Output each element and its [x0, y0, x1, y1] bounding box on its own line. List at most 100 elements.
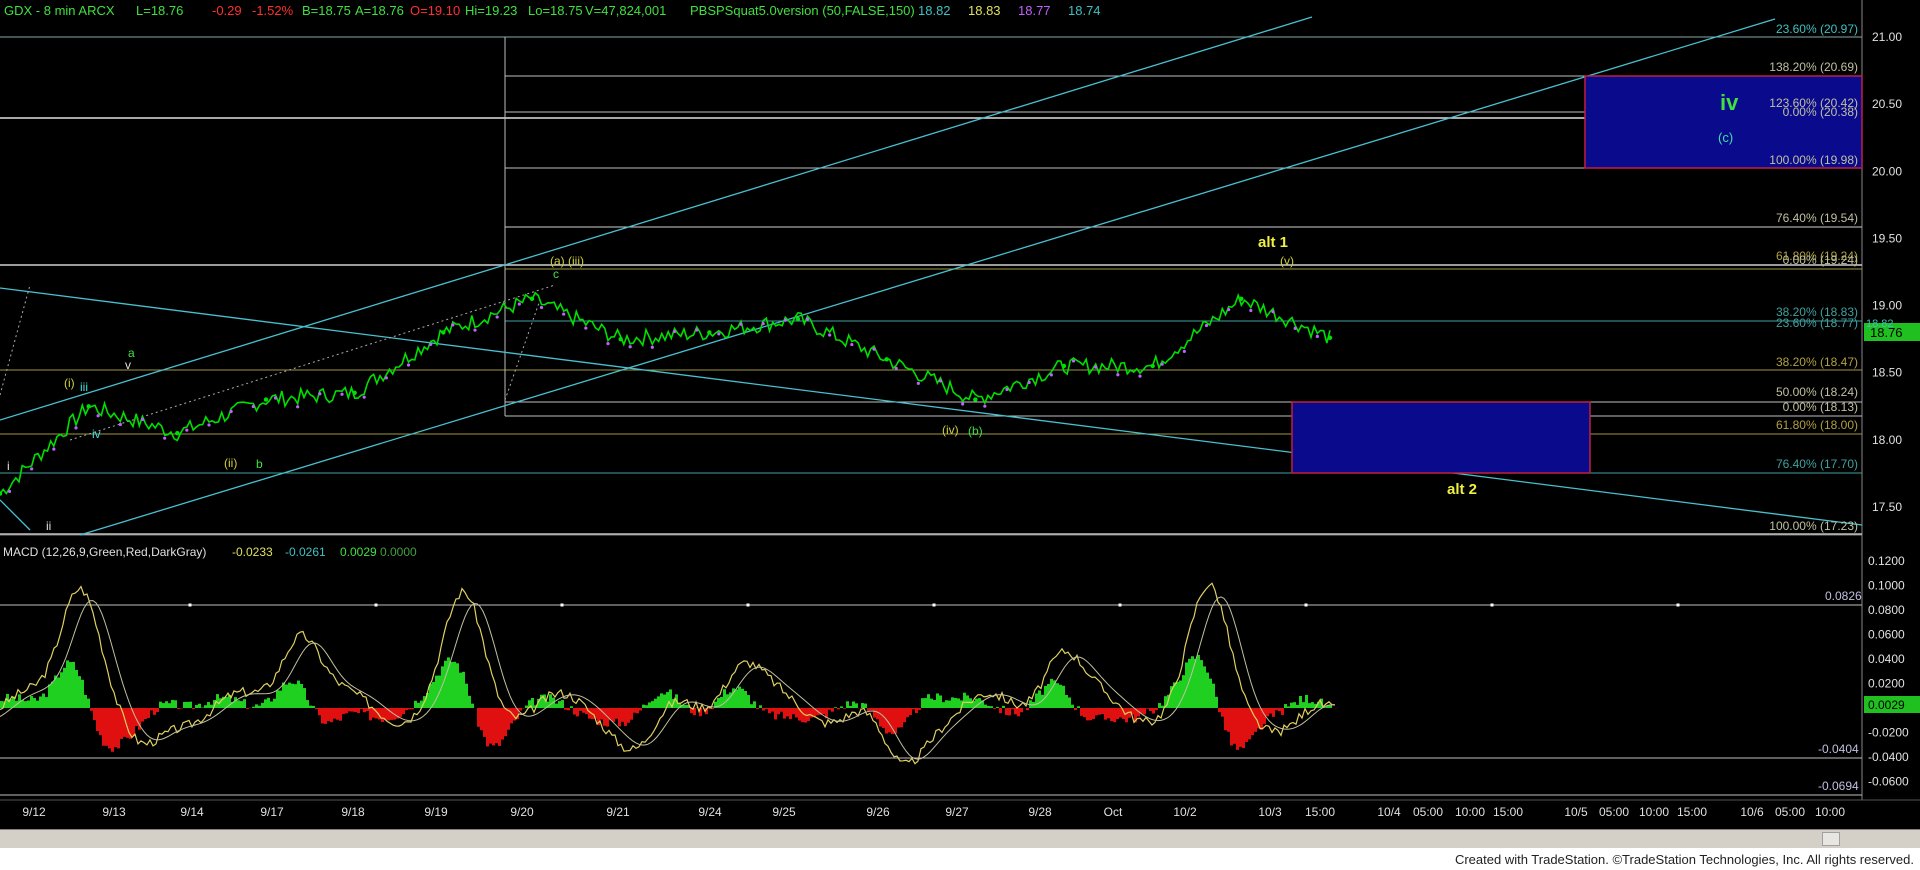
scrollbar-thumb[interactable]	[1822, 832, 1840, 846]
price-dot	[828, 333, 832, 337]
header-vol: V=47,824,001	[585, 3, 666, 18]
macd-bar	[363, 708, 366, 713]
macd-bar	[1305, 694, 1308, 708]
macd-tick-2: 0.0800	[1868, 603, 1905, 617]
macd-bar	[276, 690, 279, 708]
x-label-20: 15:00	[1493, 805, 1523, 819]
fib-label-1: 138.20% (20.69)	[1769, 60, 1858, 74]
macd-bar	[1296, 704, 1299, 708]
macd-bar	[1266, 708, 1269, 717]
macd-bar	[177, 708, 180, 710]
macd-bar	[636, 708, 639, 714]
macd-bar	[339, 708, 342, 721]
horizontal-scrollbar[interactable]	[0, 829, 1920, 848]
macd-bar	[195, 705, 198, 708]
macd-bar	[888, 708, 891, 733]
price-dot	[1071, 359, 1076, 363]
macd-bar	[345, 708, 348, 714]
macd-tick-5: 0.0200	[1868, 677, 1905, 691]
macd-bar	[36, 700, 39, 708]
macd-bar	[993, 708, 996, 709]
price-dot	[185, 428, 189, 432]
macd-bar	[1059, 684, 1062, 708]
macd-bar	[831, 708, 834, 712]
wave-i-paren: (i)	[64, 376, 75, 390]
macd-bar	[117, 708, 120, 749]
price-dot	[1249, 308, 1253, 313]
macd-bar	[264, 699, 267, 708]
macd-bar	[453, 661, 456, 708]
price-dot	[451, 323, 455, 327]
macd-bar	[81, 679, 84, 708]
macd-bar	[1011, 708, 1014, 710]
fib-label-15: 100.00% (17.23)	[1769, 519, 1858, 533]
macd-bar	[162, 703, 165, 708]
macd-bar	[174, 700, 177, 708]
macd-bar	[186, 701, 189, 708]
price-point-9	[795, 316, 801, 322]
macd-bar	[1092, 708, 1095, 720]
macd-bar	[66, 660, 69, 708]
macd-ref-dot	[1676, 603, 1680, 607]
x-label-27: 10:00	[1815, 805, 1845, 819]
macd-bar	[564, 708, 567, 710]
macd-bar	[297, 680, 300, 708]
macd-bar	[519, 708, 522, 711]
macd-bar	[951, 697, 954, 708]
header-bid: B=18.75	[302, 3, 351, 18]
macd-bar	[582, 708, 585, 713]
x-label-22: 05:00	[1599, 805, 1629, 819]
macd-bar	[171, 699, 174, 708]
price-dot	[207, 423, 211, 427]
macd-bar	[492, 708, 495, 746]
macd-bar	[921, 698, 924, 708]
macd-bar	[780, 708, 783, 712]
price-dot	[406, 363, 411, 367]
macd-bar	[189, 701, 192, 708]
macd-bar	[258, 705, 261, 708]
macd-bar	[612, 708, 615, 722]
macd-bar	[1116, 708, 1119, 720]
x-label-26: 05:00	[1775, 805, 1805, 819]
macd-bar	[414, 700, 417, 708]
price-dot	[273, 396, 278, 400]
wave-iv-big: iv	[1720, 90, 1739, 115]
macd-bar	[939, 695, 942, 708]
macd-bar	[828, 708, 831, 710]
x-label-16: 15:00	[1305, 805, 1335, 819]
price-dot	[650, 345, 654, 349]
macd-bar	[1017, 708, 1020, 717]
header-open: O=19.10	[410, 3, 460, 18]
price-dot	[1293, 326, 1297, 331]
macd-bar	[210, 704, 213, 708]
price-dot	[1049, 373, 1053, 377]
macd-bar	[72, 661, 75, 708]
macd-bar	[1221, 708, 1224, 717]
macd-bar	[1215, 696, 1218, 708]
price-chart[interactable]: GDX - 8 min ARCX L=18.76 -0.29 -1.52% B=…	[0, 0, 1920, 870]
macd-bar	[795, 708, 798, 718]
price-point-14	[1239, 296, 1244, 302]
macd-bar	[183, 701, 186, 708]
macd-bar	[651, 701, 654, 708]
macd-bar	[744, 691, 747, 708]
macd-bar	[1197, 654, 1200, 708]
price-dot	[1271, 310, 1275, 314]
macd-bar	[1026, 708, 1029, 711]
macd-ref-dot	[1118, 603, 1122, 607]
macd-bar	[621, 708, 624, 722]
macd-bar	[771, 708, 774, 712]
macd-bar	[324, 708, 327, 724]
macd-bar	[1080, 708, 1083, 716]
macd-bar	[480, 708, 483, 731]
macd-bar	[1227, 708, 1230, 732]
macd-bar	[429, 683, 432, 708]
price-dot	[296, 405, 300, 409]
macd-bar	[87, 698, 90, 708]
macd-bar	[1191, 656, 1194, 708]
macd-bar	[1293, 702, 1296, 708]
macd-bar	[243, 699, 246, 708]
macd-bar	[999, 708, 1002, 714]
macd-bar	[0, 701, 3, 708]
x-label-23: 10:00	[1639, 805, 1669, 819]
